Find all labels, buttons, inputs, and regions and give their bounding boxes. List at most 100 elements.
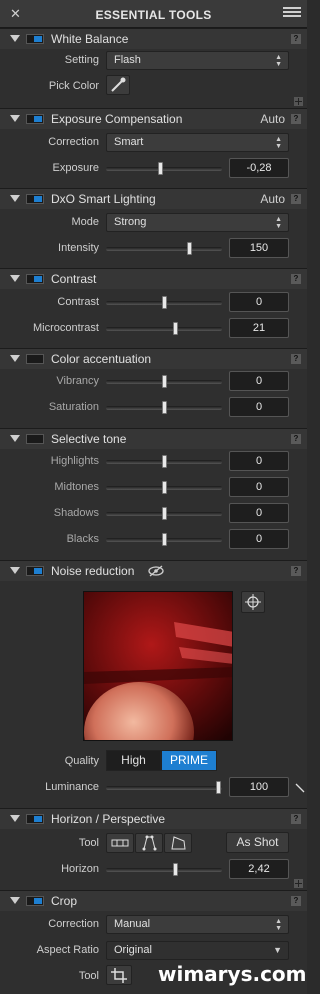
crop-tool-button[interactable] (106, 965, 132, 985)
section-header[interactable]: Color accentuation ? (0, 349, 307, 369)
section-contrast: Contrast ? Contrast 0 Microcontrast 21 (0, 268, 307, 348)
help-icon[interactable]: ? (291, 194, 301, 204)
slider-knob[interactable] (187, 242, 192, 255)
help-icon[interactable]: ? (291, 354, 301, 364)
microcontrast-slider[interactable] (106, 322, 222, 335)
collapse-arrow-icon[interactable] (10, 355, 20, 362)
collapse-arrow-icon[interactable] (10, 567, 20, 574)
enable-toggle[interactable] (26, 194, 44, 204)
section-header[interactable]: Exposure Compensation Auto ? (0, 109, 307, 129)
section-header[interactable]: Contrast ? (0, 269, 307, 289)
enable-toggle[interactable] (26, 434, 44, 444)
exposure-value-field[interactable]: -0,28 (229, 158, 289, 178)
saturation-value-field[interactable]: 0 (229, 397, 289, 417)
as-shot-button[interactable]: As Shot (226, 832, 289, 853)
help-icon[interactable]: ? (291, 434, 301, 444)
help-icon[interactable]: ? (291, 814, 301, 824)
perspective-tool-button[interactable] (135, 833, 163, 853)
section-header[interactable]: Crop ? (0, 891, 307, 911)
aspect-ratio-dropdown[interactable]: Original ▼ (106, 941, 289, 960)
slider-knob[interactable] (216, 781, 221, 794)
section-header[interactable]: DxO Smart Lighting Auto ? (0, 189, 307, 209)
slider-knob[interactable] (173, 322, 178, 335)
collapse-arrow-icon[interactable] (10, 275, 20, 282)
saturation-slider[interactable] (106, 401, 222, 414)
collapse-arrow-icon[interactable] (10, 815, 20, 822)
collapse-arrow-icon[interactable] (10, 195, 20, 202)
shadows-value-field[interactable]: 0 (229, 503, 289, 523)
enable-toggle[interactable] (26, 354, 44, 364)
help-icon[interactable]: ? (291, 896, 301, 906)
help-icon[interactable]: ? (291, 114, 301, 124)
intensity-value-field[interactable]: 150 (229, 238, 289, 258)
rectangle-tool-button[interactable] (164, 833, 192, 853)
exposure-slider[interactable] (106, 162, 222, 175)
highlights-slider[interactable] (106, 455, 222, 468)
vibrancy-slider[interactable] (106, 375, 222, 388)
watermark: wimarys.com (158, 962, 307, 986)
slider-knob[interactable] (162, 375, 167, 388)
collapse-arrow-icon[interactable] (10, 35, 20, 42)
horizon-slider[interactable] (106, 863, 222, 876)
target-button[interactable] (241, 591, 265, 613)
slider-knob[interactable] (162, 455, 167, 468)
auto-button[interactable]: Auto (260, 192, 285, 206)
enable-toggle[interactable] (26, 34, 44, 44)
quality-high-button[interactable]: High (106, 750, 161, 771)
section-header[interactable]: Horizon / Perspective ? (0, 809, 307, 829)
slider-knob[interactable] (162, 533, 167, 546)
horizon-label: Horizon (61, 863, 99, 875)
collapse-arrow-icon[interactable] (10, 897, 20, 904)
expand-plus-icon[interactable] (294, 879, 303, 888)
slider-knob[interactable] (162, 296, 167, 309)
preview-eye-icon[interactable] (147, 564, 165, 578)
enable-toggle[interactable] (26, 896, 44, 906)
menu-icon[interactable] (283, 5, 301, 21)
crosshair-icon (245, 594, 261, 610)
help-icon[interactable]: ? (291, 274, 301, 284)
quality-prime-button[interactable]: PRIME (161, 750, 217, 771)
quad-icon (171, 836, 186, 850)
vibrancy-value-field[interactable]: 0 (229, 371, 289, 391)
blacks-value-field[interactable]: 0 (229, 529, 289, 549)
blacks-slider[interactable] (106, 533, 222, 546)
slider-knob[interactable] (162, 401, 167, 414)
slider-knob[interactable] (162, 481, 167, 494)
auto-button[interactable]: Auto (260, 112, 285, 126)
horizon-value-field[interactable]: 2,42 (229, 859, 289, 879)
setting-dropdown[interactable]: Flash ▲ ▼ (106, 51, 289, 70)
slider-knob[interactable] (158, 162, 163, 175)
enable-toggle[interactable] (26, 814, 44, 824)
midtones-value-field[interactable]: 0 (229, 477, 289, 497)
collapse-arrow-icon[interactable] (10, 435, 20, 442)
resize-handle-icon[interactable] (295, 783, 305, 793)
contrast-value-field[interactable]: 0 (229, 292, 289, 312)
luminance-value-field[interactable]: 100 (229, 777, 289, 797)
slider-knob[interactable] (162, 507, 167, 520)
slider-knob[interactable] (173, 863, 178, 876)
correction-dropdown[interactable]: Smart ▲ ▼ (106, 133, 289, 152)
expand-plus-icon[interactable] (294, 97, 303, 106)
horizon-tool-button[interactable] (106, 833, 134, 853)
highlights-value-field[interactable]: 0 (229, 451, 289, 471)
midtones-slider[interactable] (106, 481, 222, 494)
section-header[interactable]: Selective tone ? (0, 429, 307, 449)
section-header[interactable]: White Balance ? (0, 29, 307, 49)
help-icon[interactable]: ? (291, 34, 301, 44)
help-icon[interactable]: ? (291, 566, 301, 576)
luminance-slider[interactable] (106, 781, 222, 794)
section-header[interactable]: Noise reduction ? (0, 561, 307, 581)
crop-correction-dropdown[interactable]: Manual ▲ ▼ (106, 915, 289, 934)
enable-toggle[interactable] (26, 566, 44, 576)
highlights-label: Highlights (50, 455, 99, 467)
contrast-slider[interactable] (106, 296, 222, 309)
pick-color-button[interactable] (106, 75, 130, 95)
mode-dropdown[interactable]: Strong ▲ ▼ (106, 213, 289, 232)
shadows-slider[interactable] (106, 507, 222, 520)
intensity-slider[interactable] (106, 242, 222, 255)
section-title: Contrast (51, 272, 97, 286)
microcontrast-value-field[interactable]: 21 (229, 318, 289, 338)
collapse-arrow-icon[interactable] (10, 115, 20, 122)
enable-toggle[interactable] (26, 274, 44, 284)
enable-toggle[interactable] (26, 114, 44, 124)
